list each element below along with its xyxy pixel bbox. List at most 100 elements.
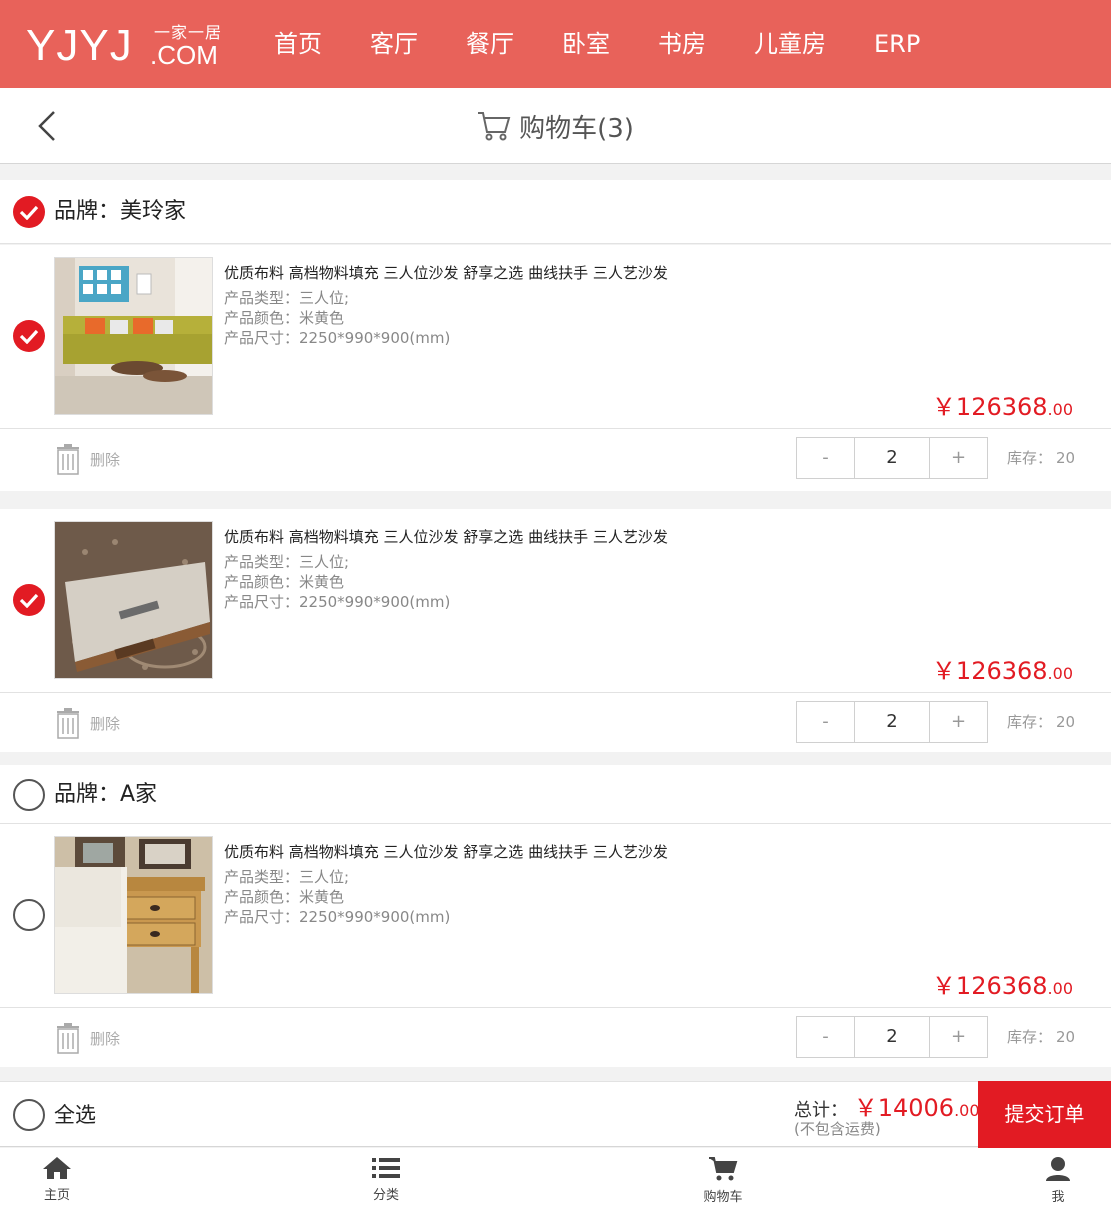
stock-value: 20 <box>1056 713 1076 731</box>
product-image-coffee-table[interactable] <box>54 521 213 679</box>
item-checkbox[interactable] <box>13 584 45 616</box>
product-name[interactable]: 优质布料 高档物料填充 三人位沙发 舒享之选 曲线扶手 三人艺沙发 <box>224 841 668 862</box>
check-icon <box>19 329 39 344</box>
brand-checkbox[interactable] <box>13 779 45 811</box>
stock-value: 20 <box>1056 449 1076 467</box>
product-name[interactable]: 优质布料 高档物料填充 三人位沙发 舒享之选 曲线扶手 三人艺沙发 <box>224 526 668 547</box>
brand-checkbox[interactable] <box>13 196 45 228</box>
select-all-checkbox[interactable] <box>13 1099 45 1131</box>
user-icon <box>1046 1157 1070 1181</box>
total-dec: .00 <box>954 1101 980 1120</box>
sofa-image <box>55 258 212 414</box>
bottom-tab-bar: 主页 分类 购物车 我 <box>0 1148 1111 1220</box>
product-name[interactable]: 优质布料 高档物料填充 三人位沙发 舒享之选 曲线扶手 三人艺沙发 <box>224 262 668 283</box>
tab-home[interactable]: 主页 <box>27 1156 87 1203</box>
cart-icon <box>709 1157 738 1181</box>
nav-item-dining-room[interactable]: 餐厅 <box>442 0 538 88</box>
tab-category[interactable]: 分类 <box>356 1156 416 1203</box>
brand-label: 品牌：美玲家 <box>54 199 187 224</box>
qty-minus-button[interactable]: - <box>797 438 854 478</box>
item-actions: 删除 - 2 + 库存： 20 <box>0 1007 1111 1069</box>
nav-item-home[interactable]: 首页 <box>250 0 346 88</box>
quantity-stepper: - 2 + <box>796 701 988 743</box>
delete-button[interactable]: 删除 <box>54 443 120 475</box>
page-header: 购物车(3) <box>0 88 1111 164</box>
product-type: 产品类型：三人位; <box>224 553 350 571</box>
delete-button[interactable]: 删除 <box>54 1022 120 1054</box>
product-image-nightstand[interactable] <box>54 836 213 994</box>
back-button[interactable] <box>30 108 66 144</box>
delete-label: 删除 <box>90 714 121 733</box>
nav-item-kids-room[interactable]: 儿童房 <box>730 0 850 88</box>
qty-plus-button[interactable]: + <box>930 438 987 478</box>
item-checkbox[interactable] <box>13 320 45 352</box>
stock-info: 库存： 20 <box>1007 1026 1075 1047</box>
qty-value[interactable]: 2 <box>854 1017 930 1057</box>
select-all-label[interactable]: 全选 <box>54 1082 96 1148</box>
product-size: 产品尺寸：2250*990*900(mm) <box>224 329 451 347</box>
nav-item-bedroom[interactable]: 卧室 <box>538 0 634 88</box>
nav-item-living-room[interactable]: 客厅 <box>346 0 442 88</box>
price-dec: .00 <box>1047 400 1073 419</box>
price-dec: .00 <box>1047 664 1073 683</box>
tab-label: 购物车 <box>703 1190 743 1205</box>
check-icon <box>19 205 39 220</box>
cart-icon <box>478 112 511 141</box>
product-price: ￥126368.00 <box>932 387 1073 422</box>
product-price: ￥126368.00 <box>932 651 1073 686</box>
tab-label: 分类 <box>372 1188 399 1203</box>
qty-minus-button[interactable]: - <box>797 1017 854 1057</box>
nav-item-erp[interactable]: ERP <box>850 0 944 88</box>
product-type: 产品类型：三人位; <box>224 868 350 886</box>
delete-button[interactable]: 删除 <box>54 707 120 739</box>
price-dec: .00 <box>1047 979 1073 998</box>
coffee-table-image <box>55 522 212 678</box>
item-actions: 删除 - 2 + 库存： 20 <box>0 428 1111 490</box>
stock-value: 20 <box>1056 1028 1076 1046</box>
brand-row-2: 品牌：A家 <box>0 765 1111 824</box>
logo[interactable]: YJYJ 一家一居 .COM <box>26 22 231 71</box>
item-checkbox[interactable] <box>13 899 45 931</box>
qty-plus-button[interactable]: + <box>930 1017 987 1057</box>
submit-order-button[interactable]: 提交订单 <box>978 1081 1111 1148</box>
product-size: 产品尺寸：2250*990*900(mm) <box>224 593 451 611</box>
qty-value[interactable]: 2 <box>854 702 930 742</box>
check-icon <box>19 593 39 608</box>
shipping-note: (不包含运费) <box>794 1120 881 1138</box>
logo-com: .COM <box>150 40 218 70</box>
product-color: 产品颜色：米黄色 <box>224 309 345 327</box>
stock-label: 库存： <box>1007 449 1053 467</box>
cart-item-3: 优质布料 高档物料填充 三人位沙发 舒享之选 曲线扶手 三人艺沙发 产品类型：三… <box>0 824 1111 1067</box>
nightstand-image <box>55 837 212 993</box>
product-type: 产品类型：三人位; <box>224 289 350 307</box>
qty-minus-button[interactable]: - <box>797 702 854 742</box>
delete-label: 删除 <box>90 450 121 469</box>
tab-cart[interactable]: 购物车 <box>693 1156 753 1205</box>
tab-me[interactable]: 我 <box>1028 1156 1088 1205</box>
price-int: ￥126368 <box>931 657 1048 685</box>
chevron-left-icon <box>38 111 55 141</box>
quantity-stepper: - 2 + <box>796 437 988 479</box>
delete-label: 删除 <box>90 1029 121 1048</box>
product-color: 产品颜色：米黄色 <box>224 573 345 591</box>
nav-menu: 首页 客厅 餐厅 卧室 书房 儿童房 ERP <box>250 0 944 88</box>
quantity-stepper: - 2 + <box>796 1016 988 1058</box>
stock-info: 库存： 20 <box>1007 447 1075 468</box>
stock-info: 库存： 20 <box>1007 711 1075 732</box>
title-wrap: 购物车(3) <box>0 88 1111 164</box>
price-int: ￥126368 <box>931 393 1048 421</box>
cart-item-2: 优质布料 高档物料填充 三人位沙发 舒享之选 曲线扶手 三人艺沙发 产品类型：三… <box>0 509 1111 752</box>
product-color: 产品颜色：米黄色 <box>224 888 345 906</box>
trash-icon <box>57 1023 79 1054</box>
trash-icon <box>57 444 79 475</box>
nav-item-study[interactable]: 书房 <box>634 0 730 88</box>
tab-label: 主页 <box>43 1188 70 1203</box>
qty-value[interactable]: 2 <box>854 438 930 478</box>
product-image-sofa[interactable] <box>54 257 213 415</box>
trash-icon <box>57 708 79 739</box>
tab-label: 我 <box>1051 1190 1065 1205</box>
product-size: 产品尺寸：2250*990*900(mm) <box>224 908 451 926</box>
product-price: ￥126368.00 <box>932 966 1073 1001</box>
qty-plus-button[interactable]: + <box>930 702 987 742</box>
top-nav: YJYJ 一家一居 .COM 首页 客厅 餐厅 卧室 书房 儿童房 ERP <box>0 0 1111 88</box>
